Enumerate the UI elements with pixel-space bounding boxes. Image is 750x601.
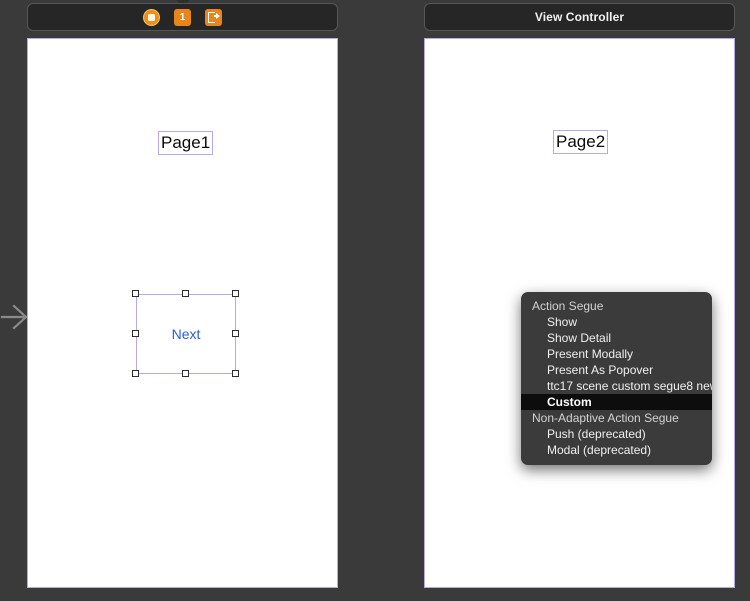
segue-menu-item[interactable]: Present As Popover xyxy=(521,362,712,378)
storyboard-canvas: 1 Page1 Next View Controller Page2 Actio… xyxy=(0,0,750,601)
segue-menu-item[interactable]: Present Modally xyxy=(521,346,712,362)
next-button-selection: Next xyxy=(132,290,239,377)
exit-icon[interactable] xyxy=(205,8,222,26)
segue-menu-item[interactable]: Show Detail xyxy=(521,330,712,346)
segue-menu-item[interactable]: Show xyxy=(521,314,712,330)
next-button-label: Next xyxy=(171,326,201,342)
scene-header-left[interactable]: 1 xyxy=(27,3,338,31)
resize-handle-bottom-right[interactable] xyxy=(232,370,239,377)
scene-canvas-left[interactable]: Page1 Next xyxy=(27,38,338,588)
resize-handle-bottom-left[interactable] xyxy=(132,370,139,377)
resize-handle-top-middle[interactable] xyxy=(182,290,189,297)
resize-handle-middle-left[interactable] xyxy=(132,330,139,337)
page2-label[interactable]: Page2 xyxy=(553,130,609,154)
scene-icon-row: 1 xyxy=(143,8,222,26)
resize-handle-middle-right[interactable] xyxy=(232,330,239,337)
entry-arrow-icon xyxy=(0,300,30,334)
segue-menu-group: Action Segue xyxy=(532,299,604,313)
resize-handle-top-left[interactable] xyxy=(132,290,139,297)
view-controller-icon[interactable] xyxy=(143,8,160,26)
resize-handle-top-right[interactable] xyxy=(232,290,239,297)
next-button[interactable]: Next xyxy=(136,294,236,374)
segue-menu-item[interactable]: ttc17 scene custom segue8 new xyxy=(521,378,712,394)
segue-context-menu[interactable]: Action Segue Show Show Detail Present Modal… xyxy=(521,292,712,465)
first-responder-icon[interactable]: 1 xyxy=(174,8,191,26)
segue-menu-item[interactable]: Custom xyxy=(521,394,712,410)
page1-label[interactable]: Page1 xyxy=(158,131,214,155)
scene-header-right-title: View Controller xyxy=(534,10,625,24)
segue-menu-item[interactable]: Modal (deprecated) xyxy=(521,442,712,458)
segue-menu-group: Non-Adaptive Action Segue xyxy=(532,411,679,425)
scene-header-right[interactable]: View Controller xyxy=(424,3,735,31)
segue-menu-item[interactable]: Push (deprecated) xyxy=(521,426,712,442)
resize-handle-bottom-middle[interactable] xyxy=(182,370,189,377)
